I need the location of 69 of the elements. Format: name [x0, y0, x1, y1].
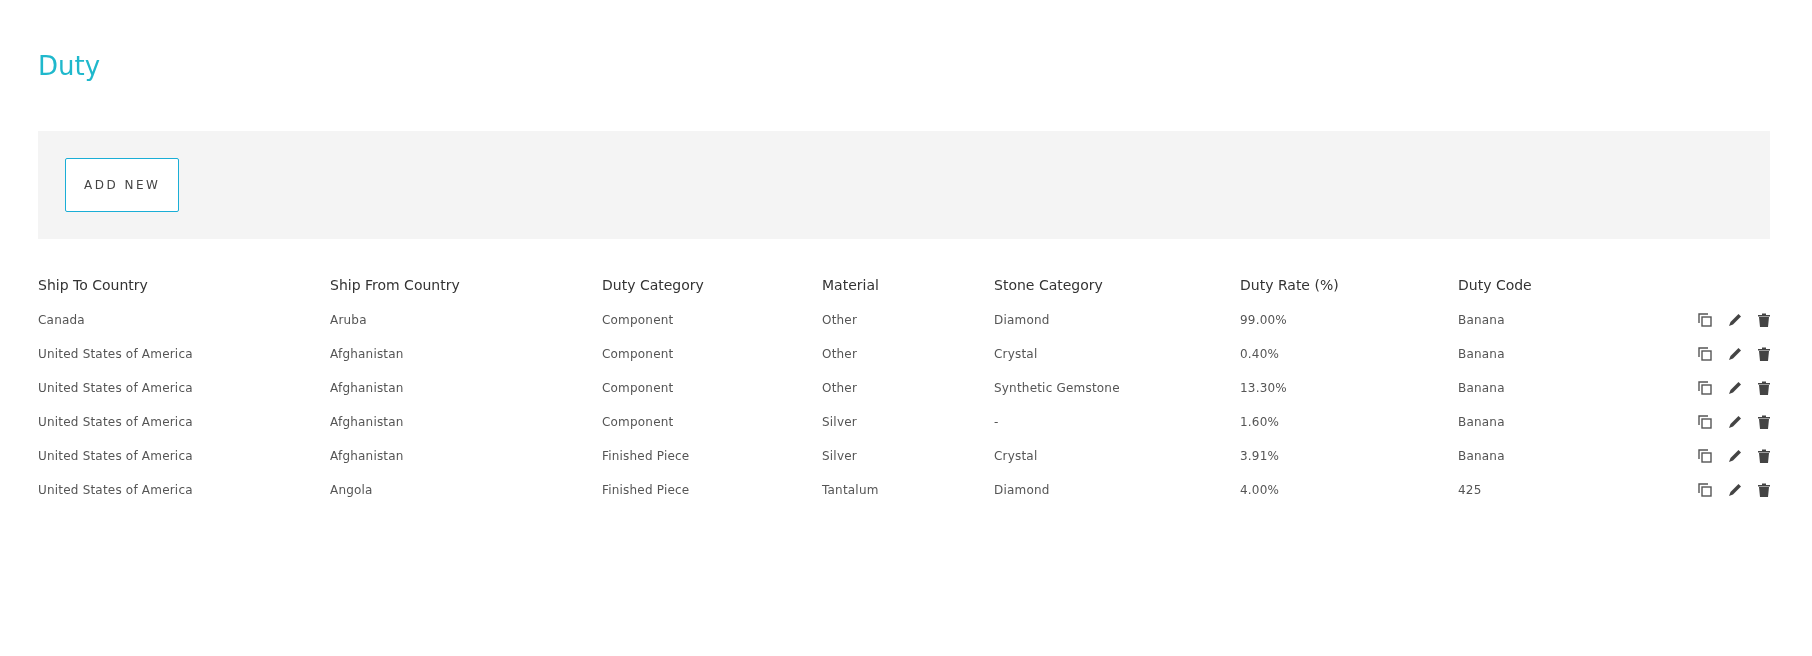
table-cell: 0.40%	[1240, 346, 1280, 361]
table-cell: 1.60%	[1240, 414, 1280, 429]
table-cell: Component	[602, 414, 674, 429]
add-new-button[interactable]: ADD NEW	[65, 157, 180, 212]
copy-icon[interactable]	[1698, 482, 1712, 497]
pencil-icon[interactable]	[1728, 482, 1742, 497]
table-cell: United States of America	[38, 448, 193, 463]
table-cell: Other	[822, 380, 858, 395]
table-cell: Finished Piece	[602, 482, 690, 497]
table-cell: United States of America	[38, 380, 193, 395]
copy-icon[interactable]	[1698, 346, 1712, 361]
column-header: Ship To Country	[38, 275, 149, 295]
table-cell: Banana	[1458, 448, 1505, 463]
table-cell: United States of America	[38, 414, 193, 429]
copy-icon[interactable]	[1698, 380, 1712, 395]
copy-icon[interactable]	[1698, 312, 1712, 327]
column-header: Duty Rate (%)	[1240, 275, 1340, 295]
table-cell: Crystal	[994, 346, 1038, 361]
table-cell: 99.00%	[1240, 312, 1287, 327]
table-cell: Component	[602, 380, 674, 395]
table-cell: Banana	[1458, 380, 1505, 395]
table-cell: Afghanistan	[330, 346, 404, 361]
trash-icon[interactable]	[1758, 414, 1770, 429]
table-cell: 13.30%	[1240, 380, 1287, 395]
table-cell: Finished Piece	[602, 448, 690, 463]
table-cell: United States of America	[38, 346, 193, 361]
table-cell: Other	[822, 346, 858, 361]
table-cell: 425	[1458, 482, 1482, 497]
column-header: Duty Category	[602, 275, 705, 295]
table-cell: Banana	[1458, 346, 1505, 361]
table-cell: Component	[602, 346, 674, 361]
table-cell: Aruba	[330, 312, 367, 327]
table-cell: Afghanistan	[330, 448, 404, 463]
table-cell: Silver	[822, 448, 857, 463]
column-header: Material	[822, 275, 880, 295]
copy-icon[interactable]	[1698, 414, 1712, 429]
table-cell: Crystal	[994, 448, 1038, 463]
column-header: Duty Code	[1458, 275, 1533, 295]
table-cell: Afghanistan	[330, 414, 404, 429]
pencil-icon[interactable]	[1728, 448, 1742, 463]
trash-icon[interactable]	[1758, 482, 1770, 497]
table-cell: Diamond	[994, 482, 1050, 497]
table-cell: 4.00%	[1240, 482, 1280, 497]
table-cell: Silver	[822, 414, 857, 429]
table-cell: Other	[822, 312, 858, 327]
table-cell: Canada	[38, 312, 85, 327]
pencil-icon[interactable]	[1728, 346, 1742, 361]
table-cell: Angola	[330, 482, 373, 497]
table-cell: Tantalum	[822, 482, 879, 497]
table-cell: Afghanistan	[330, 380, 404, 395]
table-cell: -	[994, 414, 999, 429]
column-header: Ship From Country	[330, 275, 461, 295]
trash-icon[interactable]	[1758, 448, 1770, 463]
table-cell: Component	[602, 312, 674, 327]
table-cell: Banana	[1458, 312, 1505, 327]
trash-icon[interactable]	[1758, 312, 1770, 327]
table-cell: Banana	[1458, 414, 1505, 429]
trash-icon[interactable]	[1758, 380, 1770, 395]
column-header: Stone Category	[994, 275, 1104, 295]
pencil-icon[interactable]	[1728, 414, 1742, 429]
table-cell: Diamond	[994, 312, 1050, 327]
table-cell: 3.91%	[1240, 448, 1280, 463]
pencil-icon[interactable]	[1728, 380, 1742, 395]
table-cell: United States of America	[38, 482, 193, 497]
copy-icon[interactable]	[1698, 448, 1712, 463]
table-cell: Synthetic Gemstone	[994, 380, 1120, 395]
pencil-icon[interactable]	[1728, 312, 1742, 327]
trash-icon[interactable]	[1758, 346, 1770, 361]
page-title: Duty	[38, 50, 102, 83]
